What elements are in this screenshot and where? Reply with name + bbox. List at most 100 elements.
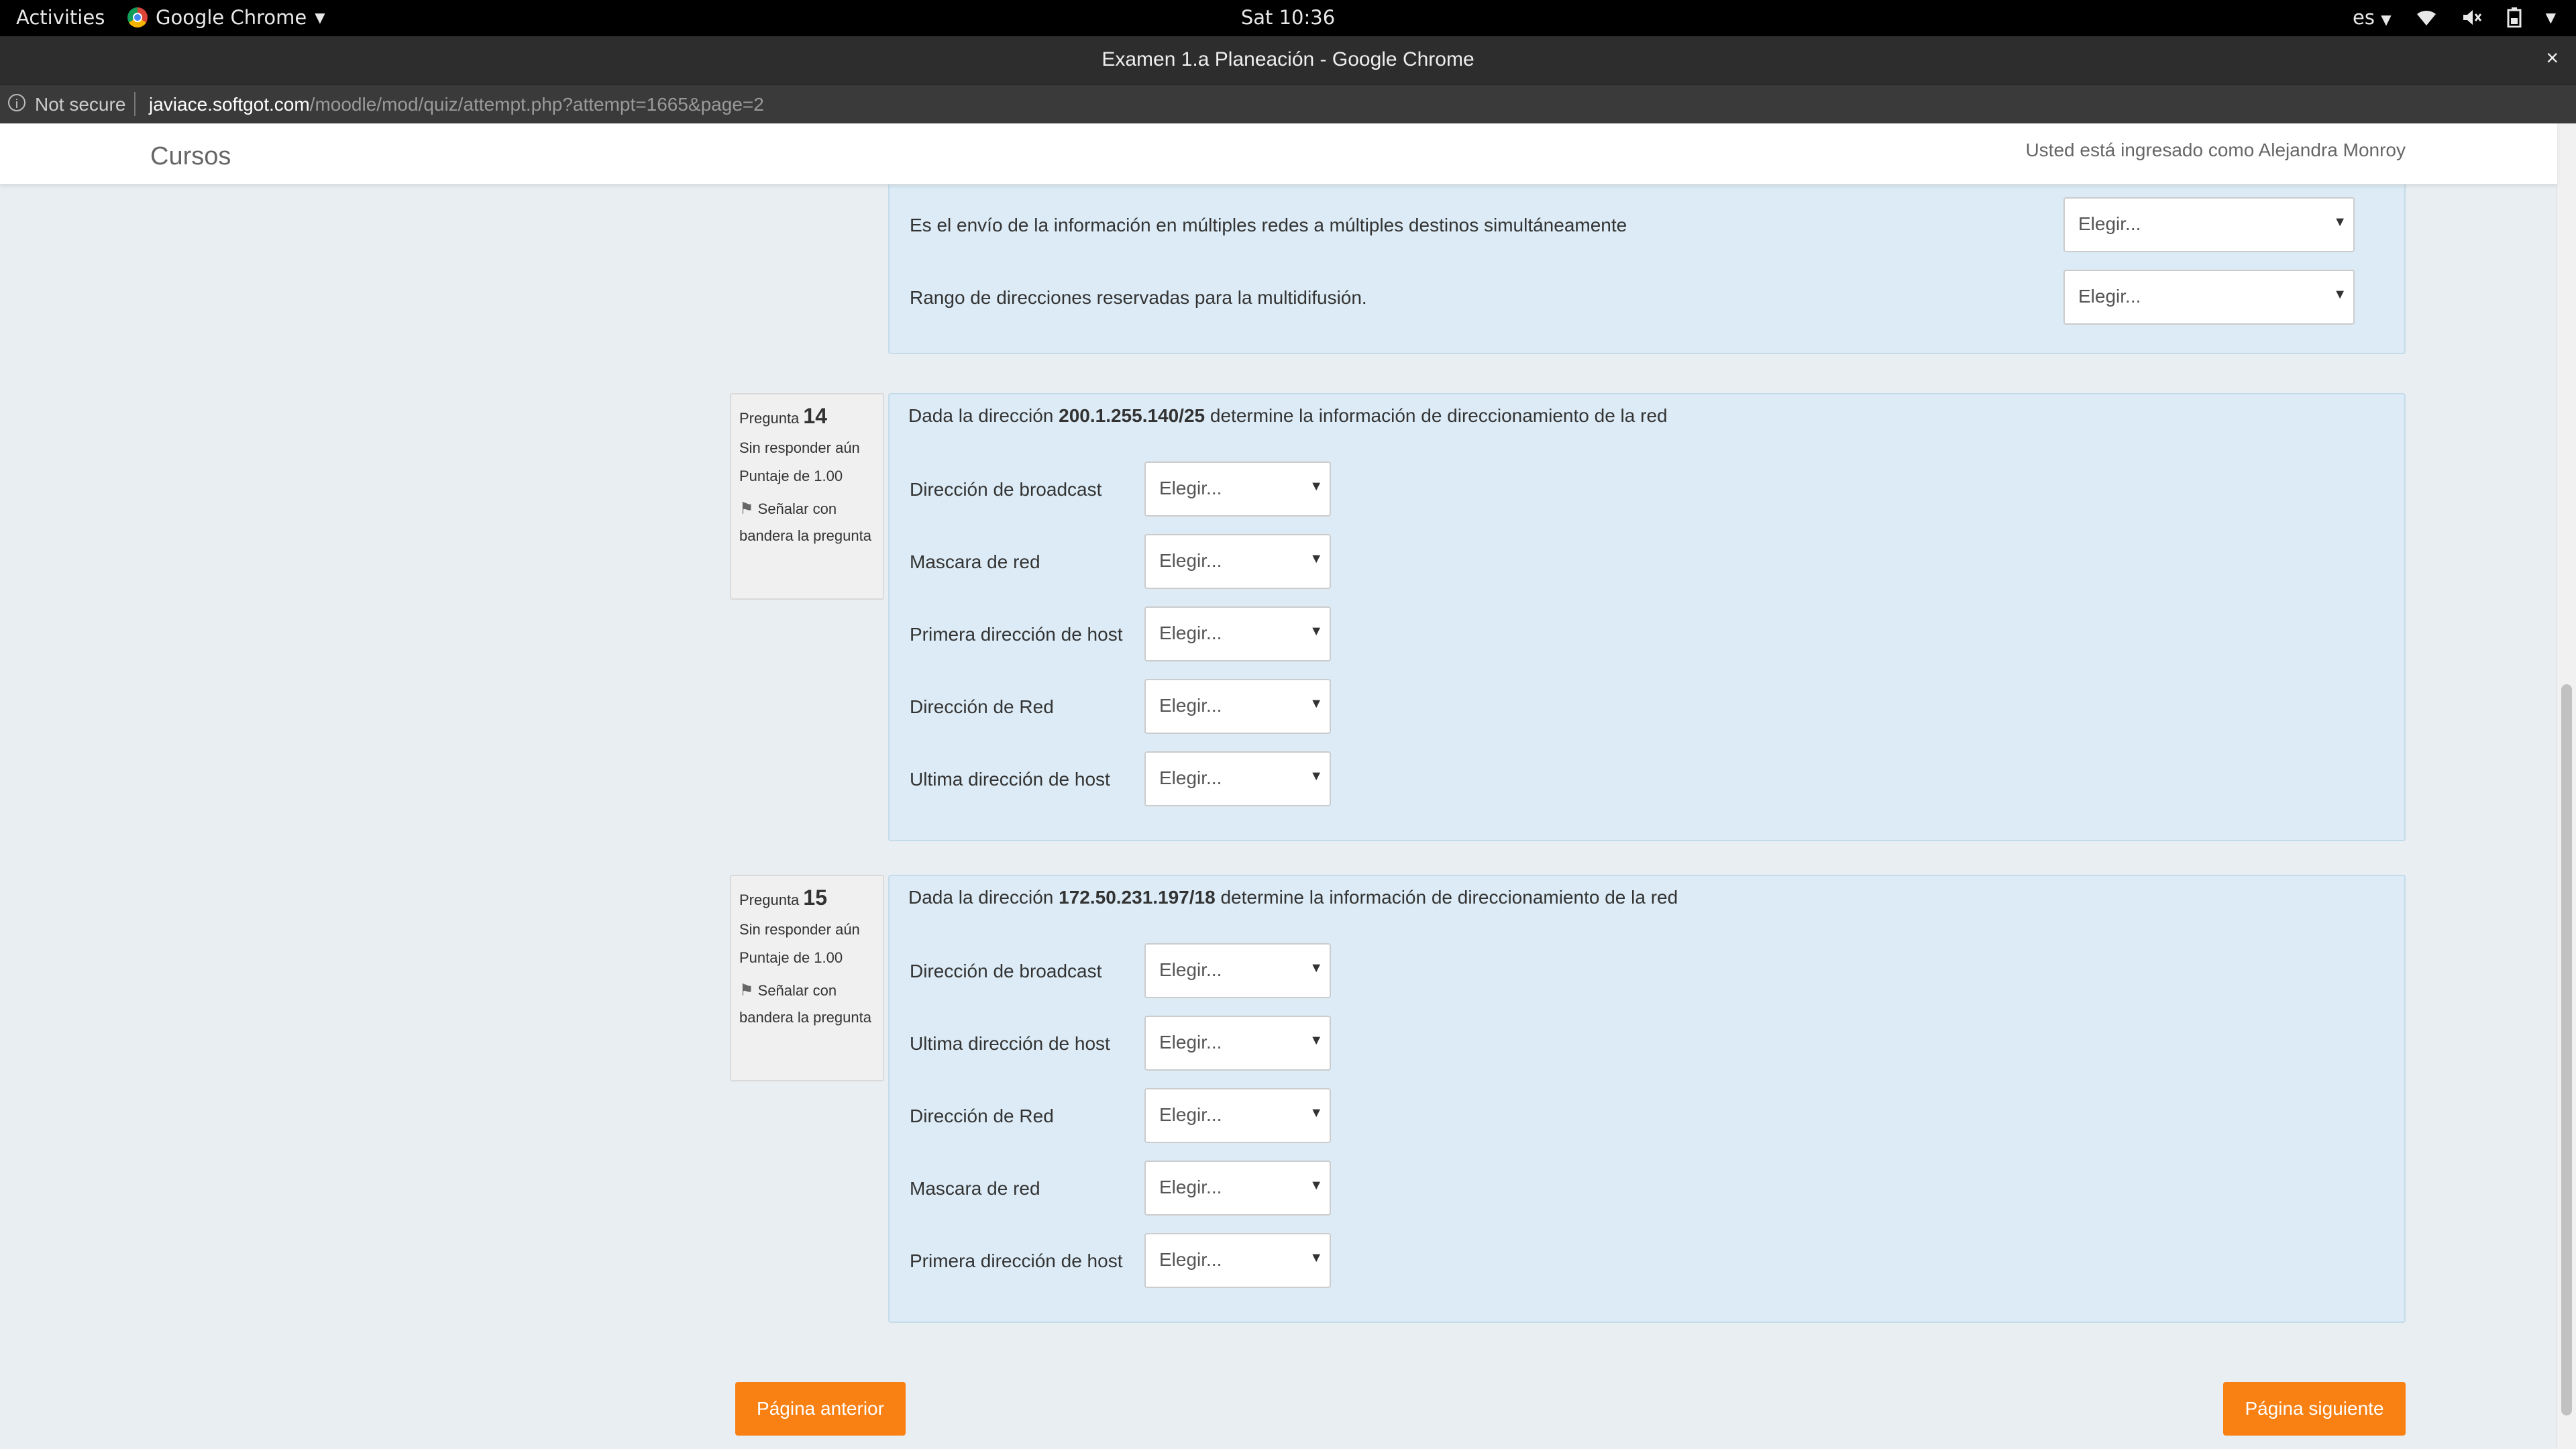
question-label: Pregunta xyxy=(739,892,800,908)
answer-select[interactable]: Elegir... ▼ xyxy=(1144,1088,1331,1143)
select-value: Elegir... xyxy=(1159,550,1222,571)
chevron-down-icon: ▼ xyxy=(1309,479,1323,494)
answer-select[interactable]: Elegir... ▼ xyxy=(1144,534,1331,589)
flag-question-link[interactable]: ⚑ Señalar con bandera la pregunta xyxy=(739,496,875,549)
system-menu-arrow-icon: ▼ xyxy=(2545,9,2556,25)
question-15-info: Pregunta 15 Sin responder aún Puntaje de… xyxy=(730,875,884,1081)
select-value: Elegir... xyxy=(1159,1104,1222,1125)
match-item-label: Mascara de red xyxy=(910,551,1040,572)
chevron-down-icon: ▼ xyxy=(1309,1178,1323,1193)
system-top-bar: Activities Google Chrome ▼ Sat 10:36 es … xyxy=(0,0,2576,36)
match-item-label: Dirección de Red xyxy=(910,696,1054,717)
url-host: javiace.softgot.com xyxy=(149,94,310,115)
select-value: Elegir... xyxy=(1159,1032,1222,1053)
previous-page-button[interactable]: Página anterior xyxy=(735,1382,906,1436)
clock[interactable]: Sat 10:36 xyxy=(0,6,2576,29)
divider xyxy=(134,92,136,116)
question-text-suffix: determine la información de direccionami… xyxy=(1205,405,1668,426)
match-item-label: Es el envío de la información en múltipl… xyxy=(910,215,1627,235)
window-title-bar: Examen 1.a Planeación - Google Chrome × xyxy=(0,36,2576,85)
select-value: Elegir... xyxy=(1159,959,1222,980)
answer-select[interactable]: Elegir... ▼ xyxy=(1144,751,1331,806)
question-score: Puntaje de 1.00 xyxy=(739,468,843,484)
language-indicator[interactable]: es ▼ xyxy=(2353,6,2392,29)
match-item-label: Dirección de Red xyxy=(910,1106,1054,1126)
language-label: es xyxy=(2353,6,2375,29)
chevron-down-icon: ▼ xyxy=(1309,1250,1323,1265)
security-status[interactable]: Not secure xyxy=(35,94,125,115)
battery-icon xyxy=(2507,7,2522,28)
question-status: Sin responder aún xyxy=(739,921,860,938)
flag-label: Señalar con bandera la pregunta xyxy=(739,982,871,1026)
select-value: Elegir... xyxy=(1159,767,1222,788)
ip-address: 172.50.231.197/18 xyxy=(1059,887,1216,908)
question-number: 15 xyxy=(803,885,828,910)
chevron-down-icon: ▼ xyxy=(1309,1033,1323,1048)
page-viewport: Cursos Usted está ingresado como Alejand… xyxy=(0,123,2576,1449)
select-value: Elegir... xyxy=(2078,213,2141,234)
url-path: /moodle/mod/quiz/attempt.php?attempt=166… xyxy=(309,94,764,115)
chevron-down-icon: ▼ xyxy=(2333,215,2347,229)
answer-select[interactable]: Elegir... ▼ xyxy=(1144,1016,1331,1071)
logged-in-user: Usted está ingresado como Alejandra Monr… xyxy=(2025,140,2406,160)
question-14-text: Dada la dirección 200.1.255.140/25 deter… xyxy=(908,405,1668,427)
close-window-button[interactable]: × xyxy=(2546,46,2559,70)
chevron-down-icon: ▼ xyxy=(1309,769,1323,784)
answer-select[interactable]: Elegir... ▼ xyxy=(2063,270,2355,325)
flag-icon: ⚑ xyxy=(739,500,754,518)
match-item-label: Dirección de broadcast xyxy=(910,961,1102,981)
select-value: Elegir... xyxy=(1159,695,1222,716)
address-bar[interactable]: i Not secure javiace.softgot.com/moodle/… xyxy=(0,85,2576,124)
question-text-suffix: determine la información de direccionami… xyxy=(1215,887,1678,908)
question-text-prefix: Dada la dirección xyxy=(908,405,1059,426)
chevron-down-icon: ▼ xyxy=(2333,287,2347,302)
select-value: Elegir... xyxy=(1159,623,1222,643)
answer-select[interactable]: Elegir... ▼ xyxy=(1144,462,1331,517)
question-label: Pregunta xyxy=(739,410,800,427)
question-text-prefix: Dada la dirección xyxy=(908,887,1059,908)
match-item-label: Primera dirección de host xyxy=(910,1250,1123,1271)
chevron-down-icon: ▼ xyxy=(1309,624,1323,639)
match-item-label: Ultima dirección de host xyxy=(910,769,1110,790)
flag-question-link[interactable]: ⚑ Señalar con bandera la pregunta xyxy=(739,977,875,1031)
flag-label: Señalar con bandera la pregunta xyxy=(739,500,871,544)
match-item-label: Primera dirección de host xyxy=(910,624,1123,645)
match-item-label: Mascara de red xyxy=(910,1178,1040,1199)
caret-down-icon: ▼ xyxy=(2381,11,2392,28)
question-score: Puntaje de 1.00 xyxy=(739,949,843,966)
courses-link[interactable]: Cursos xyxy=(150,142,231,171)
chevron-down-icon: ▼ xyxy=(1309,551,1323,566)
answer-select[interactable]: Elegir... ▼ xyxy=(1144,1161,1331,1216)
select-value: Elegir... xyxy=(1159,1177,1222,1197)
question-14-content xyxy=(888,393,2406,841)
scrollbar-thumb[interactable] xyxy=(2561,684,2572,1415)
answer-select[interactable]: Elegir... ▼ xyxy=(2063,197,2355,252)
window-title: Examen 1.a Planeación - Google Chrome xyxy=(1102,48,1474,70)
url-text[interactable]: javiace.softgot.com/moodle/mod/quiz/atte… xyxy=(149,94,764,115)
ip-address: 200.1.255.140/25 xyxy=(1059,405,1205,426)
page-scrollbar[interactable] xyxy=(2557,123,2576,1449)
chevron-down-icon: ▼ xyxy=(1309,961,1323,975)
answer-select[interactable]: Elegir... ▼ xyxy=(1144,606,1331,661)
question-15-text: Dada la dirección 172.50.231.197/18 dete… xyxy=(908,887,1678,908)
chevron-down-icon: ▼ xyxy=(1309,1106,1323,1120)
next-page-button[interactable]: Página siguiente xyxy=(2223,1382,2406,1436)
system-tray[interactable]: es ▼ ▼ xyxy=(2353,6,2556,29)
match-item-label: Rango de direcciones reservadas para la … xyxy=(910,287,1367,308)
info-icon[interactable]: i xyxy=(8,94,25,111)
select-value: Elegir... xyxy=(1159,478,1222,498)
wifi-icon xyxy=(2416,10,2436,25)
volume-muted-icon xyxy=(2463,10,2481,25)
question-status: Sin responder aún xyxy=(739,439,860,456)
select-value: Elegir... xyxy=(1159,1249,1222,1270)
match-item-label: Dirección de broadcast xyxy=(910,479,1102,500)
answer-select[interactable]: Elegir... ▼ xyxy=(1144,943,1331,998)
answer-select[interactable]: Elegir... ▼ xyxy=(1144,1233,1331,1288)
site-navbar: Cursos Usted está ingresado como Alejand… xyxy=(0,123,2557,184)
question-number: 14 xyxy=(803,404,828,428)
answer-select[interactable]: Elegir... ▼ xyxy=(1144,679,1331,734)
chevron-down-icon: ▼ xyxy=(1309,696,1323,711)
flag-icon: ⚑ xyxy=(739,981,754,1000)
select-value: Elegir... xyxy=(2078,286,2141,307)
question-14-info: Pregunta 14 Sin responder aún Puntaje de… xyxy=(730,393,884,600)
